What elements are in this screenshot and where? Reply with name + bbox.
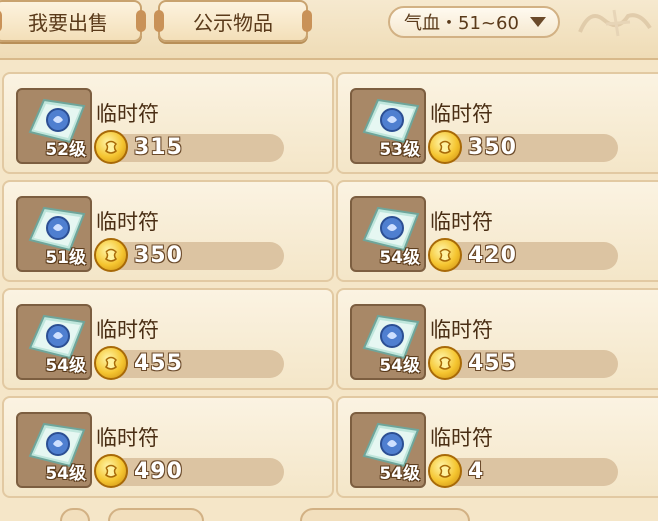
item-level: 54级 xyxy=(45,464,86,484)
gold-coin-icon xyxy=(94,454,128,488)
item-icon-frame: 54级 xyxy=(16,304,92,380)
item-icon-frame: 52级 xyxy=(16,88,92,164)
tab-sell-label: 我要出售 xyxy=(28,10,108,35)
item-icon-frame: 51级 xyxy=(16,196,92,272)
filter-label: 气血・51~60 xyxy=(404,13,519,34)
item-level: 54级 xyxy=(45,356,86,376)
item-level: 54级 xyxy=(379,248,420,268)
gold-coin-icon xyxy=(428,454,462,488)
item-card[interactable]: 52级 临时符 315 xyxy=(2,72,334,174)
item-price: 455 xyxy=(134,351,183,376)
item-price: 420 xyxy=(468,243,517,268)
item-price: 315 xyxy=(134,135,183,160)
bottom-control-partial[interactable] xyxy=(108,508,204,521)
price-bar: 315 xyxy=(94,130,284,164)
item-icon-frame: 54级 xyxy=(350,412,426,488)
item-card[interactable]: 54级 临时符 490 xyxy=(2,396,334,498)
item-icon-frame: 54级 xyxy=(350,196,426,272)
item-name: 临时符 xyxy=(96,210,159,234)
item-name: 临时符 xyxy=(430,210,493,234)
item-name: 临时符 xyxy=(96,318,159,342)
gold-coin-icon xyxy=(94,238,128,272)
item-name: 临时符 xyxy=(96,102,159,126)
item-name: 临时符 xyxy=(96,426,159,450)
tab-sell[interactable]: 我要出售 xyxy=(0,0,146,42)
gold-coin-icon xyxy=(94,346,128,380)
item-price: 455 xyxy=(468,351,517,376)
item-level: 52级 xyxy=(45,140,86,160)
item-card[interactable]: 51级 临时符 350 xyxy=(2,180,334,282)
item-price: 490 xyxy=(134,459,183,484)
item-icon-frame: 53级 xyxy=(350,88,426,164)
item-card[interactable]: 54级 临时符 455 xyxy=(2,288,334,390)
gold-coin-icon xyxy=(428,346,462,380)
tab-knob-right xyxy=(302,10,312,32)
item-level: 53级 xyxy=(379,140,420,160)
tab-knob-left xyxy=(154,10,164,32)
item-card[interactable]: 54级 临时符 4 xyxy=(336,396,658,498)
gold-coin-icon xyxy=(428,130,462,164)
top-bar: 我要出售 公示物品 气血・51~60 xyxy=(0,0,658,60)
item-name: 临时符 xyxy=(430,318,493,342)
tab-knob-left xyxy=(0,10,2,32)
bottom-control-partial[interactable] xyxy=(60,508,90,521)
item-price: 350 xyxy=(134,243,183,268)
tab-public-items[interactable]: 公示物品 xyxy=(154,0,312,42)
price-bar: 490 xyxy=(94,454,284,488)
item-name: 临时符 xyxy=(430,426,493,450)
gold-coin-icon xyxy=(428,238,462,272)
item-level: 54级 xyxy=(379,356,420,376)
price-bar: 350 xyxy=(428,130,618,164)
price-bar: 455 xyxy=(94,346,284,380)
gold-coin-icon xyxy=(94,130,128,164)
price-bar: 455 xyxy=(428,346,618,380)
item-card[interactable]: 53级 临时符 350 xyxy=(336,72,658,174)
brush-logo-icon xyxy=(578,9,652,37)
item-card[interactable]: 54级 临时符 455 xyxy=(336,288,658,390)
tab-public-label: 公示物品 xyxy=(193,10,273,35)
item-level: 51级 xyxy=(45,248,86,268)
chevron-down-icon[interactable] xyxy=(530,17,546,27)
item-card[interactable]: 54级 临时符 420 xyxy=(336,180,658,282)
price-bar: 350 xyxy=(94,238,284,272)
watermark-logo xyxy=(568,0,658,44)
price-bar: 4 xyxy=(428,454,618,488)
attribute-filter-dropdown[interactable]: 气血・51~60 xyxy=(388,6,560,38)
item-name: 临时符 xyxy=(430,102,493,126)
tab-knob-right xyxy=(136,10,146,32)
item-icon-frame: 54级 xyxy=(350,304,426,380)
price-bar: 420 xyxy=(428,238,618,272)
item-price: 350 xyxy=(468,135,517,160)
bottom-control-partial[interactable] xyxy=(300,508,470,521)
item-icon-frame: 54级 xyxy=(16,412,92,488)
item-level: 54级 xyxy=(379,464,420,484)
item-price: 4 xyxy=(468,459,485,484)
item-grid: 52级 临时符 315 53级 临时符 350 51级 临时符 350 54级 临时符 420 54级临… xyxy=(0,68,658,521)
